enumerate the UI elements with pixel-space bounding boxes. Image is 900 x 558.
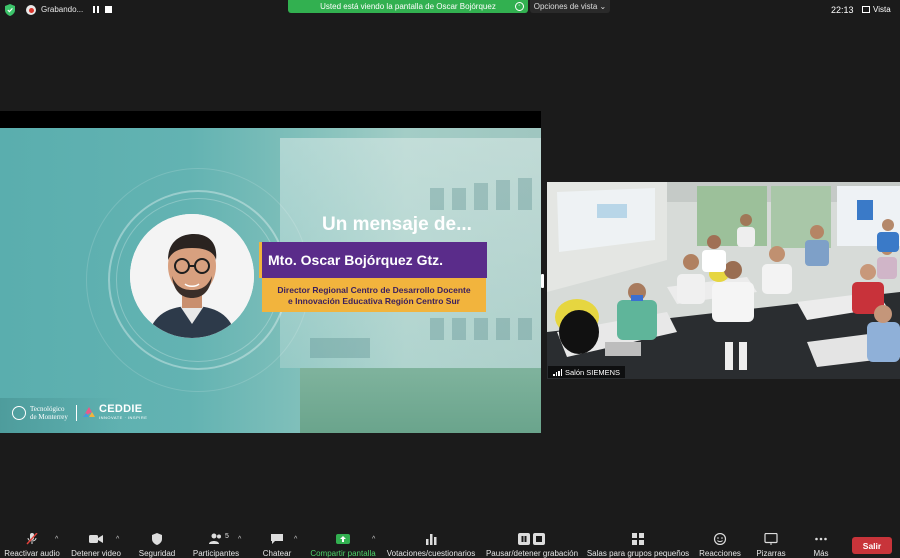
logo-divider bbox=[76, 405, 77, 421]
grid-view-icon bbox=[862, 6, 870, 13]
slide-title: Un mensaje de... bbox=[322, 214, 472, 235]
tec-logo-line1: Tecnológico bbox=[30, 405, 65, 413]
shield-icon bbox=[152, 533, 162, 545]
chevron-down-icon: ⌄ bbox=[597, 2, 607, 11]
speaker-name: Mto. Oscar Bojórquez Gtz. bbox=[268, 252, 444, 268]
reactions-label: Reacciones bbox=[699, 549, 741, 558]
ceddie-logo: CEDDIE INNOVATE · INSPIRE bbox=[82, 404, 147, 420]
more-dots-icon bbox=[815, 537, 827, 541]
audio-options-caret[interactable]: ^ bbox=[55, 536, 58, 543]
tec-monterrey-logo: Tecnológico de Monterrey bbox=[12, 405, 68, 421]
chat-label: Chatear bbox=[262, 549, 292, 558]
more-label: Más bbox=[813, 549, 829, 558]
clock: 22:13 bbox=[831, 5, 854, 15]
ceddie-logo-text: CEDDIE bbox=[99, 403, 143, 415]
chat-button[interactable]: Chatear bbox=[255, 530, 299, 558]
speaker-name-bar: Mto. Oscar Bojórquez Gtz. bbox=[259, 242, 487, 278]
share-screen-button[interactable]: Compartir pantalla bbox=[305, 530, 381, 558]
ceddie-logo-sub: INNOVATE · INSPIRE bbox=[99, 415, 148, 420]
leave-label: Salir bbox=[862, 540, 882, 551]
participant-video[interactable]: Salón SIEMENS bbox=[547, 182, 900, 379]
share-banner-text: Usted está viendo la pantalla de Oscar B… bbox=[320, 2, 496, 11]
share-options-caret[interactable]: ^ bbox=[372, 536, 375, 543]
grass-area bbox=[300, 368, 541, 433]
portrait-image bbox=[130, 214, 254, 338]
reactions-button[interactable]: Reacciones bbox=[696, 530, 744, 558]
security-label: Seguridad bbox=[138, 549, 176, 558]
share-top-border bbox=[0, 111, 541, 128]
security-button[interactable]: Seguridad bbox=[132, 530, 182, 558]
classroom-video-image bbox=[547, 182, 900, 379]
muted-mic-icon bbox=[26, 533, 38, 545]
tec-emblem-icon bbox=[12, 406, 26, 420]
shield-icon[interactable] bbox=[5, 4, 15, 16]
whiteboards-button[interactable]: Pizarras bbox=[750, 530, 792, 558]
meeting-toolbar: Reactivar audio ^ Detener video ^ Seguri… bbox=[0, 530, 900, 558]
speaker-portrait bbox=[130, 214, 254, 338]
recording-label: Grabando... bbox=[41, 5, 84, 14]
zoom-window: Grabando... Usted está viendo la pantall… bbox=[0, 0, 900, 558]
leave-meeting-button[interactable]: Salir bbox=[852, 537, 892, 554]
view-options-button[interactable]: Opciones de vista ⌄ bbox=[530, 0, 610, 13]
top-bar: Grabando... Usted está viendo la pantall… bbox=[0, 0, 900, 20]
participant-count: 5 bbox=[225, 533, 229, 540]
unmute-audio-button[interactable]: Reactivar audio bbox=[3, 530, 61, 558]
pause-recording-icon[interactable] bbox=[93, 6, 99, 13]
smiley-icon bbox=[713, 533, 727, 545]
polls-label: Votaciones/cuestionarios bbox=[386, 549, 476, 558]
participant-name: Salón SIEMENS bbox=[565, 367, 621, 377]
speaker-role-line1: Director Regional Centro de Desarrollo D… bbox=[277, 285, 471, 295]
unmute-audio-label: Reactivar audio bbox=[4, 549, 60, 558]
pause-stop-recording-button[interactable]: Pausar/detener grabación bbox=[484, 530, 580, 558]
participants-label: Participantes bbox=[192, 549, 240, 558]
participants-button[interactable]: 5 Participantes bbox=[188, 530, 244, 558]
view-label: Vista bbox=[873, 5, 891, 14]
stop-video-button[interactable]: Detener video bbox=[68, 530, 124, 558]
share-options-icon[interactable]: ◦ bbox=[515, 2, 524, 11]
view-options-label: Opciones de vista bbox=[533, 2, 598, 11]
participant-label: Salón SIEMENS bbox=[548, 366, 626, 378]
pause-stop-recording-label: Pausar/detener grabación bbox=[485, 549, 579, 558]
pause-stop-icon bbox=[518, 533, 545, 545]
bar-chart-icon bbox=[426, 534, 437, 545]
breakout-rooms-icon bbox=[632, 533, 644, 545]
whiteboard-icon bbox=[764, 533, 778, 545]
participants-icon bbox=[209, 533, 221, 544]
share-screen-label: Compartir pantalla bbox=[310, 549, 376, 558]
polls-button[interactable]: Votaciones/cuestionarios bbox=[384, 530, 478, 558]
recording-icon bbox=[26, 5, 36, 15]
breakout-rooms-label: Salas para grupos pequeños bbox=[586, 549, 690, 558]
more-button[interactable]: Más bbox=[800, 530, 842, 558]
stop-video-label: Detener video bbox=[71, 549, 121, 558]
whiteboards-label: Pizarras bbox=[756, 549, 786, 558]
chat-options-caret[interactable]: ^ bbox=[294, 536, 297, 543]
share-banner: Usted está viendo la pantalla de Oscar B… bbox=[288, 0, 528, 13]
tec-logo-line2: de Monterrey bbox=[30, 413, 68, 421]
view-button[interactable]: Vista bbox=[862, 5, 891, 14]
speaker-role-bar: Director Regional Centro de Desarrollo D… bbox=[262, 278, 486, 312]
video-options-caret[interactable]: ^ bbox=[116, 536, 119, 543]
breakout-rooms-button[interactable]: Salas para grupos pequeños bbox=[586, 530, 690, 558]
participants-options-caret[interactable]: ^ bbox=[238, 536, 241, 543]
video-camera-icon bbox=[89, 535, 103, 543]
signal-bars-icon bbox=[553, 368, 562, 376]
ceddie-emblem-icon bbox=[83, 407, 95, 417]
stop-recording-icon[interactable] bbox=[105, 6, 112, 13]
panel-resize-handle[interactable] bbox=[541, 274, 544, 288]
share-screen-icon bbox=[336, 534, 350, 544]
chat-bubble-icon bbox=[271, 534, 283, 544]
speaker-role-line2: e Innovación Educativa Región Centro Sur bbox=[288, 296, 460, 306]
shared-screen[interactable]: Un mensaje de... Mto. Oscar Bojórquez Gt… bbox=[0, 128, 541, 433]
